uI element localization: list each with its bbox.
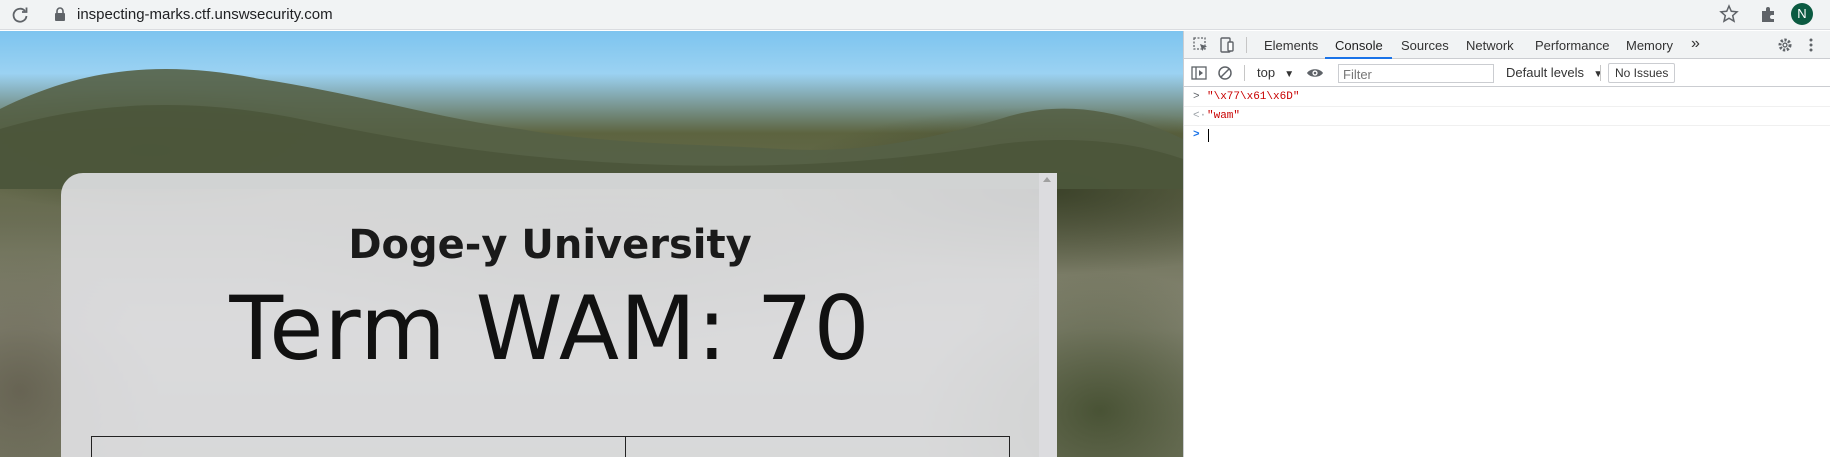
prompt-chevron-icon: > <box>1193 129 1200 141</box>
star-icon[interactable] <box>1719 4 1739 24</box>
inspect-element-icon[interactable] <box>1192 36 1210 54</box>
table-column-divider <box>625 437 626 457</box>
result-arrow-icon: <· <box>1193 110 1207 122</box>
log-levels-select[interactable]: Default levels ▼ <box>1506 65 1603 80</box>
tab-network[interactable]: Network <box>1466 38 1514 53</box>
filter-input[interactable]: Filter <box>1338 64 1494 83</box>
console-input-line: > "\x77\x61\x6D" <box>1184 88 1830 107</box>
marks-table <box>91 436 1010 457</box>
context-select[interactable]: top ▼ <box>1257 65 1294 80</box>
tab-performance[interactable]: Performance <box>1535 38 1609 53</box>
tab-memory[interactable]: Memory <box>1626 38 1673 53</box>
text-cursor <box>1208 129 1209 142</box>
context-value: top <box>1257 65 1276 80</box>
gear-icon[interactable] <box>1776 36 1794 54</box>
puzzle-icon[interactable] <box>1758 4 1778 24</box>
term-wam: Term WAM: 70 <box>229 277 871 380</box>
avatar[interactable]: N <box>1791 3 1813 25</box>
log-levels-value: Default levels <box>1506 65 1585 80</box>
active-tab-indicator <box>1325 57 1392 59</box>
console-input-text: "\x77\x61\x6D" <box>1207 91 1300 103</box>
clear-console-icon[interactable] <box>1216 64 1234 82</box>
browser-toolbar: inspecting-marks.ctf.unswsecurity.com N <box>0 0 1830 30</box>
console-output[interactable]: > "\x77\x61\x6D" <· "wam" > <box>1184 88 1830 457</box>
devtools-panel: Elements Console Sources Network Perform… <box>1183 31 1830 457</box>
toolbar-divider <box>1246 37 1247 53</box>
kebab-menu-icon[interactable] <box>1802 36 1820 54</box>
tab-sources[interactable]: Sources <box>1401 38 1449 53</box>
devtools-tabbar: Elements Console Sources Network Perform… <box>1184 31 1830 59</box>
console-toolbar: top ▼ Filter Default levels ▼ No Issues <box>1184 60 1830 87</box>
more-tabs-icon[interactable]: » <box>1691 35 1700 53</box>
eye-icon[interactable] <box>1306 64 1324 82</box>
console-result-text: "wam" <box>1207 110 1241 122</box>
sidebar-toggle-icon[interactable] <box>1190 64 1208 82</box>
device-toolbar-icon[interactable] <box>1218 36 1236 54</box>
toolbar-divider <box>1600 65 1601 81</box>
scroll-up-arrow-icon[interactable] <box>1043 177 1051 182</box>
input-chevron-icon: > <box>1193 91 1200 103</box>
background-photo <box>0 69 1183 189</box>
console-prompt-line[interactable]: > <box>1184 126 1830 145</box>
dropdown-arrow-icon: ▼ <box>1278 69 1295 80</box>
console-result-line: <· "wam" <box>1184 107 1830 126</box>
reload-icon[interactable] <box>10 5 30 25</box>
issues-button[interactable]: No Issues <box>1608 63 1676 83</box>
lock-icon[interactable] <box>54 7 66 21</box>
url-field[interactable]: inspecting-marks.ctf.unswsecurity.com <box>77 6 333 23</box>
tab-elements[interactable]: Elements <box>1264 38 1318 53</box>
university-name: Doge-y University <box>348 222 752 268</box>
toolbar-divider <box>1244 65 1245 81</box>
tab-console[interactable]: Console <box>1335 38 1383 53</box>
